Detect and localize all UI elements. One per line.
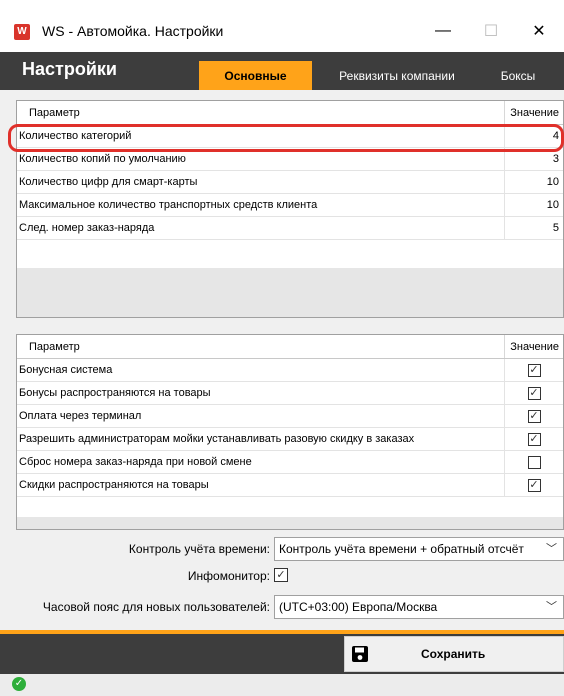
chevron-down-icon: ﹀	[546, 601, 557, 613]
grid-empty-area	[17, 268, 563, 317]
row-checkbox[interactable]: ✓	[527, 478, 541, 492]
timezone-select[interactable]: (UTC+03:00) Европа/Москва ﹀	[274, 595, 564, 619]
window-title: WS - Автомойка. Настройки	[42, 23, 224, 39]
column-header-parameter[interactable]: Параметр	[17, 335, 505, 358]
row-parameter: Количество цифр для смарт-карты	[17, 171, 505, 193]
grid-empty-area	[17, 517, 563, 529]
timezone-value: (UTC+03:00) Европа/Москва	[279, 600, 438, 614]
table-row[interactable]: Оплата через терминал ✓	[17, 405, 563, 428]
save-button[interactable]: Сохранить	[344, 636, 564, 672]
timezone-label: Часовой пояс для новых пользователей:	[42, 600, 270, 614]
row-value[interactable]: 5	[505, 217, 563, 239]
save-button-label: Сохранить	[421, 647, 486, 661]
table-row[interactable]: Сброс номера заказ-наряда при новой смен…	[17, 451, 563, 474]
minimize-button[interactable]: —	[420, 16, 466, 46]
table-row[interactable]: След. номер заказ-наряда 5	[17, 217, 563, 240]
table-row[interactable]: Количество цифр для смарт-карты 10	[17, 171, 563, 194]
floppy-disk-icon	[352, 646, 368, 662]
row-parameter: Бонусы распространяются на товары	[17, 382, 505, 404]
row-checkbox[interactable]: ✓	[527, 409, 541, 423]
table-row[interactable]: Бонусная система ✓	[17, 359, 563, 382]
tab-company-details[interactable]: Реквизиты компании	[332, 61, 462, 90]
time-control-label: Контроль учёта времени:	[128, 542, 270, 556]
column-header-parameter[interactable]: Параметр	[17, 101, 505, 124]
row-value[interactable]: 10	[505, 171, 563, 193]
table-row[interactable]: Максимальное количество транспортных сре…	[17, 194, 563, 217]
row-parameter: Сброс номера заказ-наряда при новой смен…	[17, 451, 505, 473]
header-bar: Настройки Основные Реквизиты компании Бо…	[0, 52, 564, 90]
title-bar: W WS - Автомойка. Настройки — ☐ ✕	[0, 0, 564, 52]
row-parameter: Скидки распространяются на товары	[17, 474, 505, 496]
row-value[interactable]: 10	[505, 194, 563, 216]
close-button[interactable]: ✕	[516, 16, 562, 46]
column-header-value[interactable]: Значение	[505, 101, 563, 124]
row-parameter: Разрешить администраторам мойки устанавл…	[17, 428, 505, 450]
grid-header: Параметр Значение	[17, 101, 563, 125]
column-header-value[interactable]: Значение	[505, 335, 563, 358]
chevron-down-icon: ﹀	[546, 543, 557, 555]
row-checkbox[interactable]: ✓	[527, 432, 541, 446]
app-icon: W	[14, 24, 30, 40]
maximize-button[interactable]: ☐	[468, 16, 514, 46]
row-checkbox[interactable]: ✓	[527, 386, 541, 400]
status-bar: ✓	[0, 674, 564, 696]
boolean-settings-grid[interactable]: Параметр Значение Бонусная система ✓ Бон…	[16, 334, 564, 530]
table-row[interactable]: Разрешить администраторам мойки устанавл…	[17, 428, 563, 451]
row-checkbox[interactable]: ✓	[527, 363, 541, 377]
row-parameter: Максимальное количество транспортных сре…	[17, 194, 505, 216]
tab-boxes[interactable]: Боксы	[472, 61, 564, 90]
table-row[interactable]: Скидки распространяются на товары ✓	[17, 474, 563, 497]
highlight-annotation	[8, 124, 564, 152]
tab-main[interactable]: Основные	[199, 61, 312, 90]
row-parameter: Оплата через терминал	[17, 405, 505, 427]
time-control-value: Контроль учёта времени + обратный отсчёт	[279, 542, 524, 556]
time-control-select[interactable]: Контроль учёта времени + обратный отсчёт…	[274, 537, 564, 561]
row-parameter: След. номер заказ-наряда	[17, 217, 505, 239]
infomonitor-checkbox[interactable]: ✓	[274, 568, 288, 582]
page-title: Настройки	[22, 59, 117, 79]
check-circle-icon: ✓	[12, 677, 26, 691]
infomonitor-label: Инфомонитор:	[187, 569, 270, 583]
grid-header: Параметр Значение	[17, 335, 563, 359]
row-parameter: Бонусная система	[17, 359, 505, 381]
row-checkbox[interactable]	[527, 455, 541, 469]
table-row[interactable]: Бонусы распространяются на товары ✓	[17, 382, 563, 405]
